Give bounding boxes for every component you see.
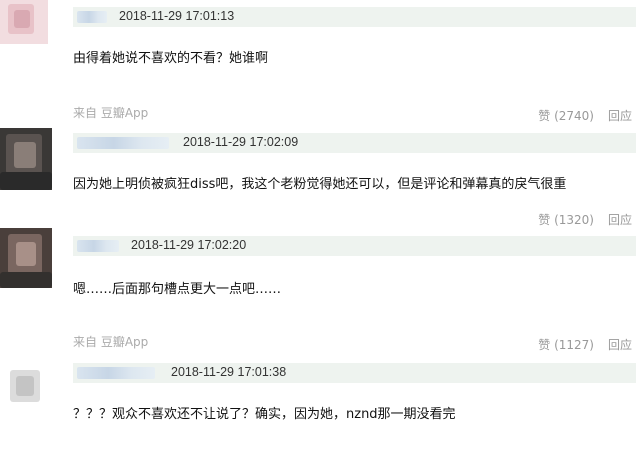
avatar[interactable] [0,0,48,44]
comment-header: 2018-11-29 17:02:20 [73,236,636,256]
avatar[interactable] [0,228,52,288]
username-blurred[interactable] [77,367,155,379]
comment-source: 来自 豆瓣App [73,335,149,349]
comment-header: 2018-11-29 17:01:38 [73,363,636,383]
comment-text: 由得着她说不喜欢的不看？她谁啊 [73,51,269,66]
comment-actions: 赞 (1320) 回应 [538,211,632,228]
like-button[interactable]: 赞 (2740) [538,107,594,124]
comment-text: ？？？观众不喜欢还不让说了？确实，因为她，nznd那一期没看完 [73,407,456,422]
reply-button[interactable]: 回应 [608,336,632,353]
comment-timestamp: 2018-11-29 17:02:09 [183,135,299,149]
comment-actions: 赞 (2740) 回应 [538,107,632,124]
reply-button[interactable]: 回应 [608,211,632,228]
comment-source: 来自 豆瓣App [73,106,149,120]
username-blurred[interactable] [77,11,107,23]
avatar[interactable] [0,128,52,190]
like-button[interactable]: 赞 (1320) [538,211,594,228]
comment-text: 嗯……后面那句槽点更大一点吧…… [73,282,282,297]
username-blurred[interactable] [77,137,169,149]
comment-header: 2018-11-29 17:01:13 [73,7,636,27]
comment-timestamp: 2018-11-29 17:01:13 [119,9,235,23]
comment-actions: 赞 (1127) 回应 [538,336,632,353]
comment-timestamp: 2018-11-29 17:01:38 [171,365,287,379]
comment-timestamp: 2018-11-29 17:02:20 [131,238,247,252]
comment-header: 2018-11-29 17:02:09 [73,133,636,153]
avatar[interactable] [0,360,50,412]
comment-text: 因为她上明侦被疯狂diss吧，我这个老粉觉得她还可以，但是评论和弹幕真的戾气很重 [73,177,567,192]
like-button[interactable]: 赞 (1127) [538,336,594,353]
username-blurred[interactable] [77,240,119,252]
reply-button[interactable]: 回应 [608,107,632,124]
